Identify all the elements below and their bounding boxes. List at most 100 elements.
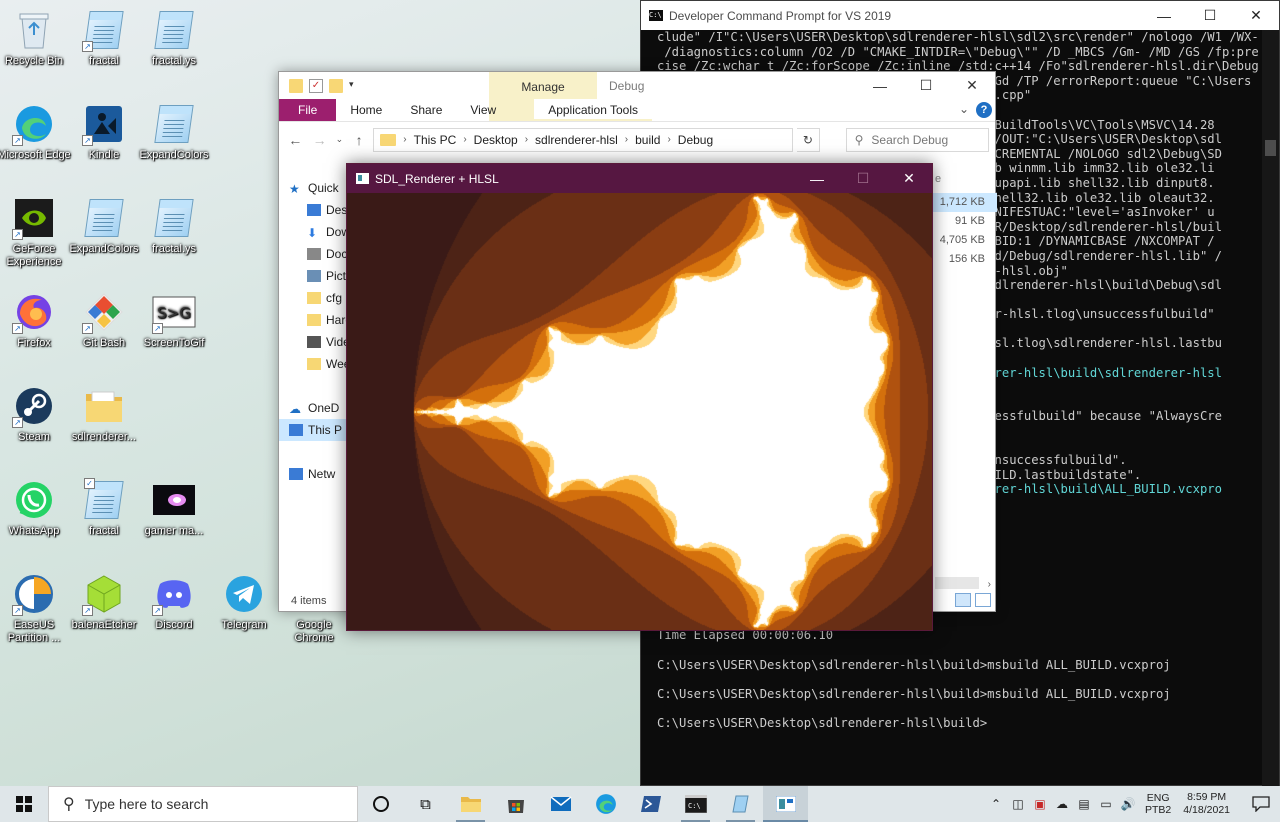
volume-icon[interactable]: 🔊: [1117, 797, 1139, 811]
nav-item[interactable]: ☁ OneD: [279, 397, 349, 419]
network-icon[interactable]: ▤: [1073, 797, 1095, 811]
minimize-button[interactable]: —: [1141, 1, 1187, 30]
desktop-icon-expandcolors[interactable]: ExpandColors: [136, 102, 212, 162]
desktop-icon-whatsapp[interactable]: WhatsApp: [0, 478, 72, 538]
tab-home[interactable]: Home: [336, 99, 396, 121]
large-icons-view-icon[interactable]: [975, 593, 991, 607]
properties-icon[interactable]: ✓: [309, 78, 323, 93]
nav-item[interactable]: ⬇ Dow: [279, 221, 349, 243]
security-alert-icon[interactable]: ▣: [1029, 797, 1051, 811]
refresh-icon[interactable]: ↻: [797, 127, 820, 152]
maximize-button[interactable]: ☐: [1187, 1, 1233, 30]
desktop-icon-steam[interactable]: ↗ Steam: [0, 384, 72, 444]
taskbar-mail[interactable]: [538, 786, 583, 822]
desktop-icon-screentogif[interactable]: S>G ↗ ScreenToGif: [136, 290, 212, 350]
tray-app-icon[interactable]: ◫: [1007, 797, 1029, 811]
desktop-icon-fractal[interactable]: ↗ fractal: [66, 8, 142, 68]
desktop-icon-fractal-2[interactable]: ✓ fractal: [66, 478, 142, 538]
taskbar-search-box[interactable]: ⚲ Type here to search: [48, 786, 358, 822]
desktop-icon-edge[interactable]: ↗ Microsoft Edge: [0, 102, 72, 162]
tab-application-tools[interactable]: Application Tools: [534, 99, 653, 121]
close-button[interactable]: ✕: [949, 72, 995, 99]
desktop-icon-gamer[interactable]: gamer ma...: [136, 478, 212, 538]
desktop-icon-recycle-bin[interactable]: Recycle Bin: [0, 8, 72, 68]
minimize-button[interactable]: —: [794, 164, 840, 193]
desktop-icon-telegram[interactable]: Telegram: [206, 572, 282, 632]
cmd-scrollbar[interactable]: [1262, 30, 1279, 787]
desktop-icon-balenaetcher[interactable]: ↗ balenaEtcher: [66, 572, 142, 632]
horizontal-scrollbar[interactable]: [935, 577, 979, 589]
clock[interactable]: 8:59 PM 4/18/2021: [1183, 791, 1230, 817]
nav-item[interactable]: Hard: [279, 309, 349, 331]
notification-center-button[interactable]: [1242, 796, 1280, 812]
address-bar[interactable]: › This PC › Desktop › sdlrenderer-hlsl ›…: [373, 127, 794, 152]
file-list[interactable]: e 1,712 KB 91 KB 4,705 KB 156 KB: [933, 173, 997, 269]
file-size[interactable]: 156 KB: [933, 250, 997, 269]
desktop-icon-fractal-ys-2[interactable]: fractal.ys: [136, 196, 212, 256]
desktop-icon-firefox[interactable]: ↗ Firefox: [0, 290, 72, 350]
breadcrumb-item[interactable]: sdlrenderer-hlsl: [535, 133, 618, 147]
sdl-renderer-window[interactable]: SDL_Renderer + HLSL — ☐ ✕: [346, 163, 933, 631]
forward-arrow-icon[interactable]: →: [309, 132, 329, 148]
new-folder-icon[interactable]: [329, 78, 343, 93]
taskbar-search-input[interactable]: Type here to search: [85, 796, 209, 812]
back-arrow-icon[interactable]: ←: [285, 132, 305, 148]
taskbar-powershell[interactable]: [628, 786, 673, 822]
scrollbar-thumb[interactable]: [1265, 140, 1276, 156]
search-input[interactable]: Search Debug: [871, 133, 948, 147]
nav-item[interactable]: Wee: [279, 353, 349, 375]
desktop-icon-fractal-ys[interactable]: fractal.ys: [136, 8, 212, 68]
taskbar-command-prompt[interactable]: C:\: [673, 786, 718, 822]
desktop-icon-easeus[interactable]: ↗ EaseUS Partition ...: [0, 572, 72, 645]
task-view-button[interactable]: ⧉: [403, 786, 448, 822]
scroll-right-arrow-icon[interactable]: ›: [988, 579, 991, 590]
customize-toolbar-icon[interactable]: ▾: [349, 79, 363, 93]
taskbar-edge[interactable]: [583, 786, 628, 822]
taskbar-sdl-app[interactable]: [763, 786, 808, 822]
nav-item[interactable]: This P: [279, 419, 349, 441]
sdl-titlebar[interactable]: SDL_Renderer + HLSL — ☐ ✕: [347, 164, 932, 193]
desktop-icon-kindle[interactable]: ↗ Kindle: [66, 102, 142, 162]
desktop-icon-geforce[interactable]: ↗ GeForce Experience: [0, 196, 72, 269]
onedrive-cloud-icon[interactable]: ☁: [1051, 797, 1073, 811]
nav-item[interactable]: Desk: [279, 199, 349, 221]
input-language-indicator[interactable]: ENG PTB2: [1145, 792, 1171, 816]
close-button[interactable]: ✕: [886, 164, 932, 193]
explorer-titlebar[interactable]: ✓ ▾ Manage Debug — ☐ ✕: [279, 72, 995, 121]
file-size[interactable]: 1,712 KB: [933, 193, 997, 212]
minimize-button[interactable]: —: [857, 72, 903, 99]
file-size[interactable]: 91 KB: [933, 212, 997, 231]
search-box[interactable]: ⚲ Search Debug: [845, 127, 990, 152]
maximize-button[interactable]: ☐: [840, 164, 886, 193]
cortana-button[interactable]: [358, 786, 403, 822]
nav-item[interactable]: Pict: [279, 265, 349, 287]
tab-file[interactable]: File: [279, 99, 337, 121]
column-header-size[interactable]: e: [933, 173, 997, 193]
navigation-pane[interactable]: ★ Quick Desk⬇Dow Doc Pict cfg HardVideWee ☁ OneD…: [279, 173, 349, 591]
nav-item[interactable]: ★ Quick: [279, 177, 349, 199]
show-hidden-icons-chevron-icon[interactable]: ⌃: [985, 797, 1007, 811]
desktop-icon-expandcolors-2[interactable]: ExpandColors: [66, 196, 142, 256]
file-size[interactable]: 4,705 KB: [933, 231, 997, 250]
recent-locations-chevron-icon[interactable]: ⌄: [334, 134, 345, 145]
nav-item[interactable]: Doc: [279, 243, 349, 265]
breadcrumb-item[interactable]: Desktop: [474, 133, 518, 147]
desktop-icon-git-bash[interactable]: ↗ Git Bash: [66, 290, 142, 350]
desktop-icon-discord[interactable]: ↗ Discord: [136, 572, 212, 632]
mandelbrot-render-canvas[interactable]: [347, 193, 932, 630]
breadcrumb-item[interactable]: build: [635, 133, 660, 147]
breadcrumb-item[interactable]: This PC: [414, 133, 457, 147]
nav-item[interactable]: cfg: [279, 287, 349, 309]
maximize-button[interactable]: ☐: [903, 72, 949, 99]
taskbar-store[interactable]: [493, 786, 538, 822]
cmd-titlebar[interactable]: C:\ Developer Command Prompt for VS 2019…: [641, 1, 1279, 30]
tab-share[interactable]: Share: [396, 99, 456, 121]
breadcrumb-item[interactable]: Debug: [678, 133, 713, 147]
close-button[interactable]: ✕: [1233, 1, 1279, 30]
nav-item[interactable]: Vide: [279, 331, 349, 353]
desktop-icon-sdlrenderer-folder[interactable]: sdlrenderer...: [66, 384, 142, 444]
expand-ribbon-icon[interactable]: ⌄: [959, 102, 969, 116]
folder-icon[interactable]: [289, 78, 303, 93]
up-arrow-icon[interactable]: ↑: [349, 132, 369, 148]
tab-view[interactable]: View: [456, 99, 510, 121]
